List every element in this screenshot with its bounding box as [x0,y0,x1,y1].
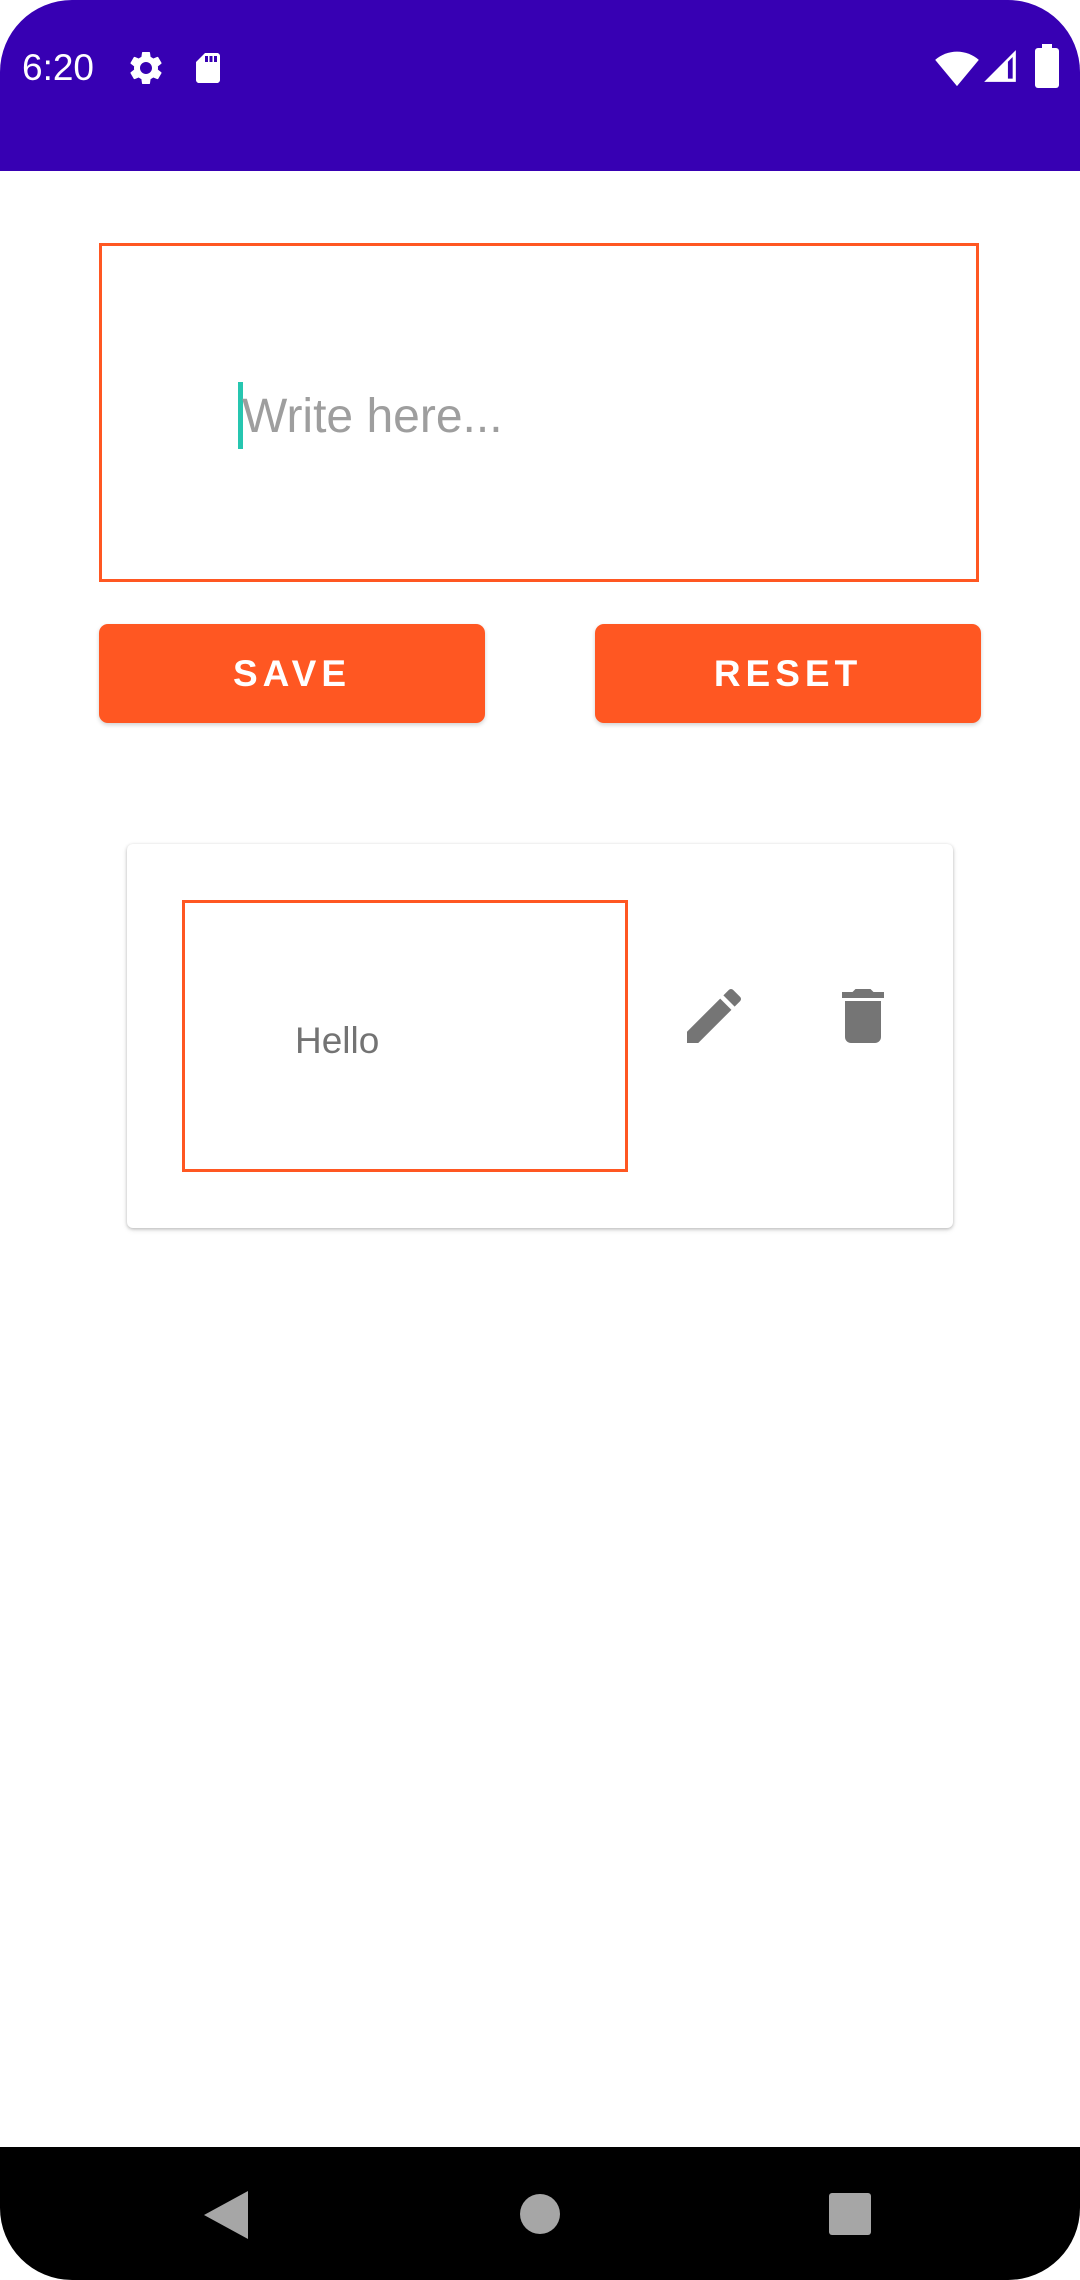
note-input-placeholder: Write here... [242,390,503,443]
note-text-box: Hello [182,900,628,1172]
reset-button[interactable]: RESET [595,624,981,723]
save-button[interactable]: SAVE [99,624,485,723]
back-icon[interactable] [204,2191,248,2244]
status-bar: 6:20 [0,0,1080,171]
note-input[interactable]: Write here... [99,243,979,582]
gear-icon [126,48,166,93]
wifi-icon [935,48,979,93]
sd-card-icon [190,48,226,93]
note-text: Hello [295,1020,380,1061]
signal-icon [981,46,1019,91]
battery-icon [1035,44,1059,93]
delete-icon[interactable] [827,980,899,1052]
recents-icon[interactable] [829,2193,871,2240]
status-time: 6:20 [22,47,95,88]
home-icon[interactable] [519,2193,561,2240]
edit-icon[interactable] [678,980,750,1052]
navigation-bar [0,2147,1080,2280]
note-card: Hello [127,844,953,1228]
